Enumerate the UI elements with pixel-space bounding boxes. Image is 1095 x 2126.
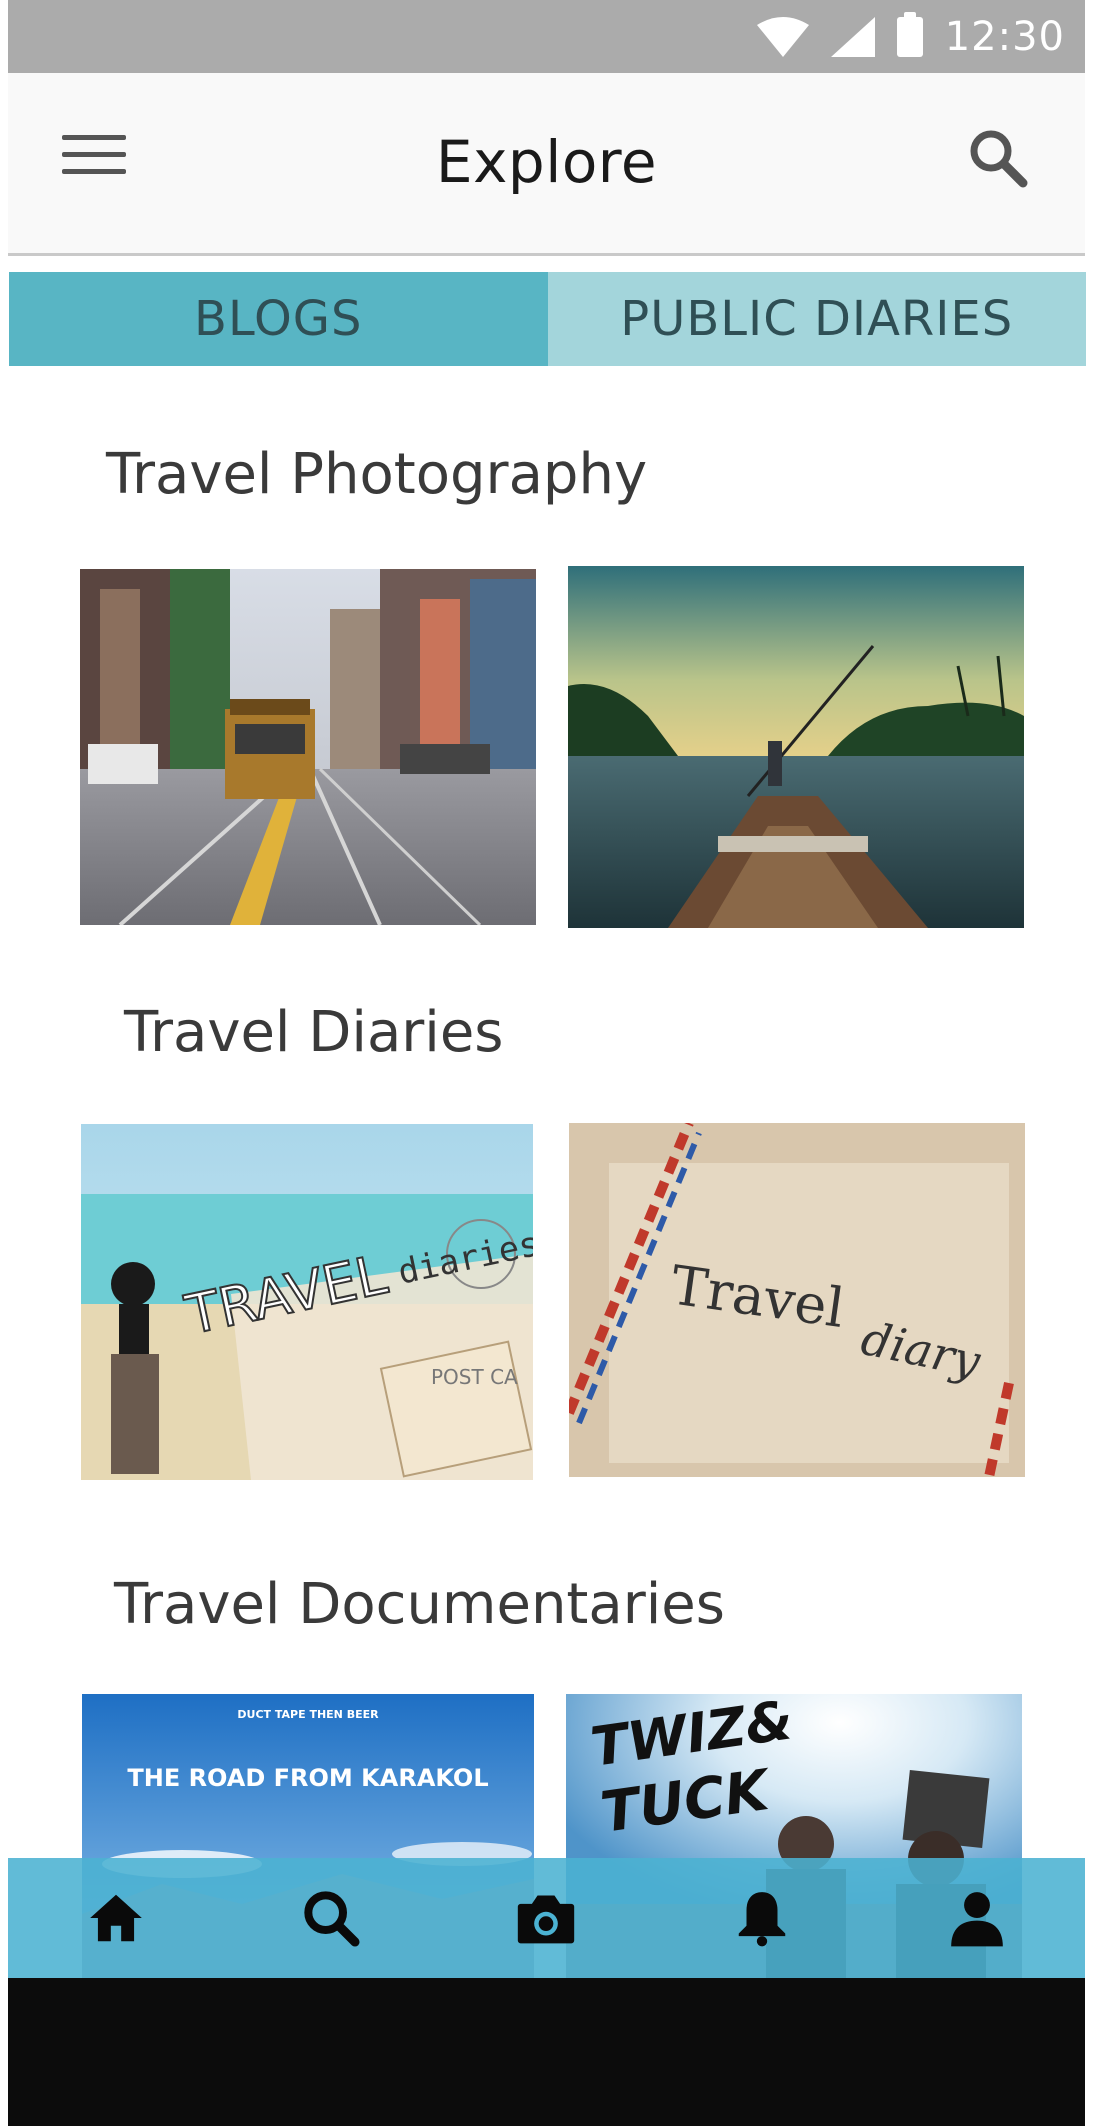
bottom-navigation <box>8 1858 1085 1978</box>
status-time: 12:30 <box>944 13 1065 60</box>
tab-blogs[interactable]: BLOGS <box>9 272 548 366</box>
wifi-icon <box>756 16 809 57</box>
tab-bar: BLOGS PUBLIC DIARIES <box>9 272 1086 366</box>
profile-icon <box>951 1892 1004 1947</box>
doc-headline: THE ROAD FROM KARAKOL <box>127 1764 488 1792</box>
thumbnail-travel-diary-notebook[interactable]: Travel diary <box>569 1123 1025 1477</box>
doc-header-small: DUCT TAPE THEN BEER <box>237 1708 379 1721</box>
system-navigation-bar <box>8 1978 1085 2126</box>
app-bar: Explore <box>8 73 1085 256</box>
thumbnail-travel-diaries-beach[interactable]: TRAVEL diaries POST CA <box>81 1124 533 1480</box>
thumbnail-cable-car[interactable] <box>80 569 536 925</box>
section-title-travel-photography: Travel Photography <box>106 442 648 507</box>
section-title-travel-documentaries: Travel Documentaries <box>114 1572 725 1637</box>
nav-home[interactable] <box>81 1883 151 1953</box>
nav-search[interactable] <box>296 1883 366 1953</box>
page-title: Explore <box>435 128 658 196</box>
status-bar: 12:30 <box>8 0 1085 73</box>
thumbnail-boat-river[interactable] <box>568 566 1024 928</box>
diary-stamp-text: POST CA <box>431 1365 518 1389</box>
status-icons: 12:30 <box>756 0 1065 73</box>
nav-notifications[interactable] <box>727 1883 797 1953</box>
section-title-travel-diaries: Travel Diaries <box>124 1000 504 1065</box>
cellular-signal-icon <box>830 16 875 57</box>
tab-public-diaries[interactable]: PUBLIC DIARIES <box>547 272 1086 366</box>
bell-icon <box>738 1892 786 1947</box>
nav-profile[interactable] <box>942 1883 1012 1953</box>
nav-camera[interactable] <box>511 1883 581 1953</box>
home-icon <box>89 1894 142 1942</box>
search-icon <box>304 1891 360 1947</box>
camera-icon <box>518 1895 575 1944</box>
search-icon[interactable] <box>963 123 1033 193</box>
battery-icon <box>896 11 923 57</box>
